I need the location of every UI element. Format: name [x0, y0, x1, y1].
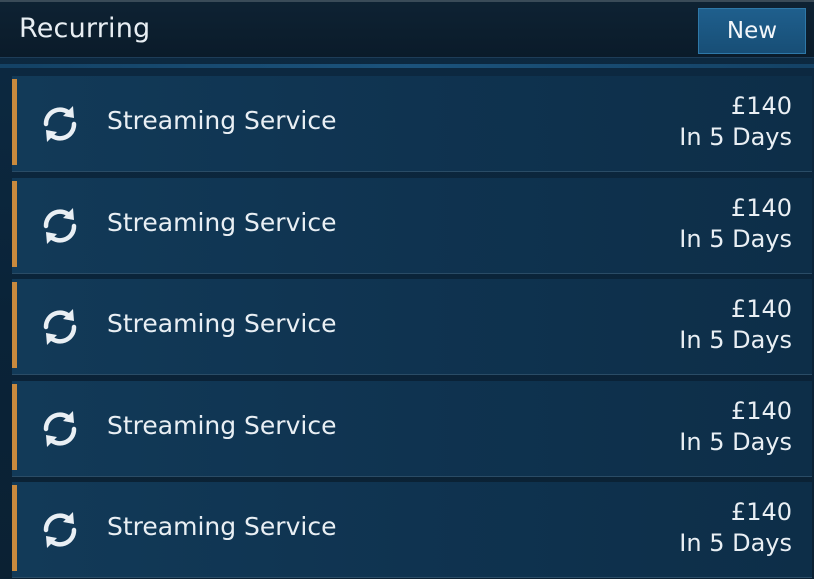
item-due: In 5 Days	[679, 326, 792, 354]
recurring-icon	[38, 102, 82, 146]
item-amount: £140	[730, 295, 792, 323]
header-bar: Recurring New	[0, 0, 814, 58]
header-divider	[0, 64, 814, 68]
recurring-icon	[38, 305, 82, 349]
recurring-icon	[38, 204, 82, 248]
list-item[interactable]: Streaming Service £140 In 5 Days	[12, 279, 812, 375]
item-name: Streaming Service	[107, 309, 337, 338]
item-name: Streaming Service	[107, 106, 337, 135]
recurring-list: Streaming Service £140 In 5 Days Streami…	[0, 76, 814, 579]
item-amount: £140	[730, 193, 792, 222]
item-due: In 5 Days	[679, 529, 792, 557]
item-name: Streaming Service	[107, 410, 337, 440]
recurring-icon	[38, 508, 82, 552]
item-due: In 5 Days	[679, 224, 792, 253]
list-item[interactable]: Streaming Service £140 In 5 Days	[12, 76, 812, 172]
item-amount: £140	[730, 92, 792, 120]
item-amount: £140	[730, 498, 792, 526]
item-due: In 5 Days	[679, 123, 792, 151]
item-amount: £140	[730, 396, 792, 425]
item-due: In 5 Days	[679, 427, 792, 456]
list-item[interactable]: Streaming Service £140 In 5 Days	[12, 380, 812, 477]
list-item[interactable]: Streaming Service £140 In 5 Days	[12, 177, 812, 274]
item-name: Streaming Service	[107, 207, 337, 237]
accent-bar	[12, 79, 17, 165]
accent-bar	[12, 180, 17, 267]
recurring-icon	[38, 407, 82, 451]
accent-bar	[12, 282, 17, 368]
page-title: Recurring	[19, 13, 151, 44]
accent-bar	[12, 485, 17, 571]
item-name: Streaming Service	[107, 512, 337, 541]
new-button[interactable]: New	[698, 8, 806, 54]
recurring-panel: Recurring New Streaming Service £140 In …	[0, 0, 814, 579]
accent-bar	[12, 383, 17, 470]
list-item[interactable]: Streaming Service £140 In 5 Days	[12, 482, 812, 578]
